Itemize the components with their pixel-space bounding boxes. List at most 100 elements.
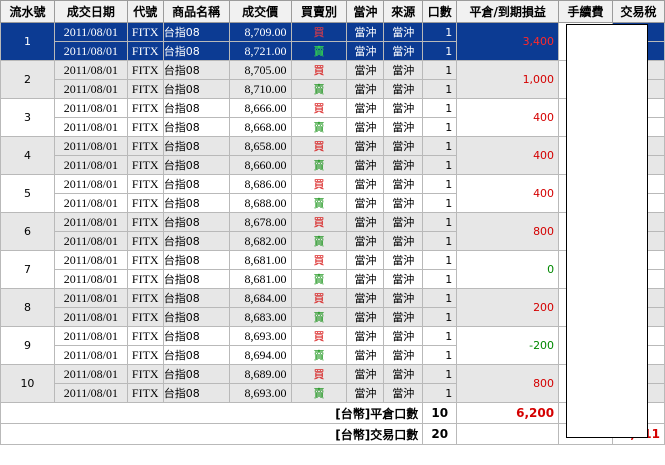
daytrade-cell: 當沖 xyxy=(346,60,385,80)
table-row[interactable]: 8 2011/08/01 FITX 台指08 8,684.00 買當沖 當沖 1 200 xyxy=(0,288,665,327)
source-cell: 當沖 xyxy=(383,364,424,384)
side-cell: 賣 xyxy=(290,117,348,137)
table-row[interactable]: 10 2011/08/01 FITX 台指08 8,689.00 買當沖 當沖 1 800 xyxy=(0,364,665,403)
product-code-cell: FITX xyxy=(126,41,164,61)
daytrade-cell: 當沖 xyxy=(346,174,385,194)
qty-cell: 1 xyxy=(422,79,458,99)
seq-header[interactable]: 流水號 xyxy=(0,0,55,23)
daytrade-cell: 當沖 xyxy=(346,326,385,346)
close-qty-label: [台幣]平倉口數 xyxy=(0,402,424,424)
product-code-cell: FITX xyxy=(126,288,164,308)
product-name-cell: 台指08 xyxy=(162,326,230,346)
table-row[interactable]: 6 2011/08/01 FITX 台指08 8,678.00 買當沖 當沖 1 800 xyxy=(0,212,665,251)
daytrade-cell: 當沖 xyxy=(346,155,385,175)
serial-number-cell: 1 xyxy=(0,22,55,61)
table-header: 流水號 成交日期 代號 商品名稱 成交價 買賣別 當沖 來源 口數 平倉/到期損益 手續費 交易稅 xyxy=(0,0,665,23)
product-code-cell: FITX xyxy=(126,155,164,175)
product-name-cell: 台指08 xyxy=(162,60,230,80)
trade-date-cell: 2011/08/01 xyxy=(53,98,128,118)
qty-header[interactable]: 口數 xyxy=(422,0,458,23)
trade-date-cell: 2011/08/01 xyxy=(53,231,128,251)
side-cell: 賣 xyxy=(290,79,348,99)
source-cell: 當沖 xyxy=(383,345,424,365)
product-code-cell: FITX xyxy=(126,231,164,251)
product-name-cell: 台指08 xyxy=(162,345,230,365)
trade-price-cell: 8,693.00 xyxy=(228,383,292,403)
qty-cell: 1 xyxy=(422,250,458,270)
daytrade-cell: 當沖 xyxy=(346,79,385,99)
side-cell: 賣 xyxy=(290,307,348,327)
trade-date-cell: 2011/08/01 xyxy=(53,269,128,289)
pnl-cell: 400 xyxy=(456,136,560,175)
daytrade-cell: 當沖 xyxy=(346,136,385,156)
trade-date-cell: 2011/08/01 xyxy=(53,79,128,99)
side-cell: 買 xyxy=(290,250,348,270)
qty-cell: 1 xyxy=(422,117,458,137)
source-header[interactable]: 來源 xyxy=(383,0,424,23)
product-code-cell: FITX xyxy=(126,269,164,289)
product-name-cell: 台指08 xyxy=(162,41,230,61)
source-cell: 當沖 xyxy=(383,307,424,327)
table-row[interactable]: 1 2011/08/01 FITX 台指08 8,709.00 買當沖 當沖 1 3,400 xyxy=(0,22,665,61)
source-cell: 當沖 xyxy=(383,288,424,308)
trade-price-cell: 8,709.00 xyxy=(228,22,292,42)
product-name-cell: 台指08 xyxy=(162,288,230,308)
source-cell: 當沖 xyxy=(383,155,424,175)
side-cell: 買 xyxy=(290,22,348,42)
source-cell: 當沖 xyxy=(383,79,424,99)
pnl-header[interactable]: 平倉/到期損益 xyxy=(456,0,560,23)
date-header[interactable]: 成交日期 xyxy=(53,0,128,23)
trade-price-cell: 8,683.00 xyxy=(228,307,292,327)
trade-price-cell: 8,681.00 xyxy=(228,269,292,289)
product-name-cell: 台指08 xyxy=(162,383,230,403)
source-cell: 當沖 xyxy=(383,117,424,137)
table-row[interactable]: 7 2011/08/01 FITX 台指08 8,681.00 買當沖 當沖 1 0 xyxy=(0,250,665,289)
serial-number-cell: 9 xyxy=(0,326,55,365)
trade-date-cell: 2011/08/01 xyxy=(53,193,128,213)
product-code-cell: FITX xyxy=(126,383,164,403)
pnl-cell: 800 xyxy=(456,364,560,403)
trade-price-cell: 8,694.00 xyxy=(228,345,292,365)
table-row[interactable]: 4 2011/08/01 FITX 台指08 8,658.00 買當沖 當沖 1 400 xyxy=(0,136,665,175)
product-name-cell: 台指08 xyxy=(162,250,230,270)
trade-price-cell: 8,693.00 xyxy=(228,326,292,346)
table-row[interactable]: 9 2011/08/01 FITX 台指08 8,693.00 買當沖 當沖 1 -200 xyxy=(0,326,665,365)
trade-price-cell: 8,684.00 xyxy=(228,288,292,308)
source-cell: 當沖 xyxy=(383,269,424,289)
source-cell: 當沖 xyxy=(383,60,424,80)
side-cell: 買 xyxy=(290,98,348,118)
trade-price-cell: 8,686.00 xyxy=(228,174,292,194)
table-row[interactable]: 3 2011/08/01 FITX 台指08 8,666.00 買當沖 當沖 1 400 xyxy=(0,98,665,137)
trade-price-cell: 8,666.00 xyxy=(228,98,292,118)
price-header[interactable]: 成交價 xyxy=(228,0,292,23)
code-header[interactable]: 代號 xyxy=(126,0,164,23)
trade-price-cell: 8,658.00 xyxy=(228,136,292,156)
product-name-cell: 台指08 xyxy=(162,174,230,194)
daytrade-cell: 當沖 xyxy=(346,364,385,384)
product-code-cell: FITX xyxy=(126,364,164,384)
qty-cell: 1 xyxy=(422,269,458,289)
qty-cell: 1 xyxy=(422,60,458,80)
side-header[interactable]: 買賣別 xyxy=(290,0,348,23)
serial-number-cell: 8 xyxy=(0,288,55,327)
trade-date-cell: 2011/08/01 xyxy=(53,364,128,384)
trade-date-cell: 2011/08/01 xyxy=(53,383,128,403)
daytrade-header[interactable]: 當沖 xyxy=(346,0,385,23)
product-name-cell: 台指08 xyxy=(162,231,230,251)
fee-column-mask xyxy=(566,24,648,438)
side-cell: 賣 xyxy=(290,41,348,61)
table-row[interactable]: 2 2011/08/01 FITX 台指08 8,705.00 買當沖 當沖 1 1,000 xyxy=(0,60,665,99)
daytrade-cell: 當沖 xyxy=(346,250,385,270)
qty-cell: 1 xyxy=(422,22,458,42)
table-row[interactable]: 5 2011/08/01 FITX 台指08 8,686.00 買當沖 當沖 1 400 xyxy=(0,174,665,213)
tax-header[interactable]: 交易稅 xyxy=(611,0,665,23)
trade-date-cell: 2011/08/01 xyxy=(53,117,128,137)
product-code-cell: FITX xyxy=(126,212,164,232)
trade-price-cell: 8,668.00 xyxy=(228,117,292,137)
product-code-cell: FITX xyxy=(126,174,164,194)
side-cell: 買 xyxy=(290,60,348,80)
fee-header[interactable]: 手續費 xyxy=(558,0,613,23)
qty-cell: 1 xyxy=(422,231,458,251)
product-header[interactable]: 商品名稱 xyxy=(162,0,230,23)
trade-price-cell: 8,681.00 xyxy=(228,250,292,270)
